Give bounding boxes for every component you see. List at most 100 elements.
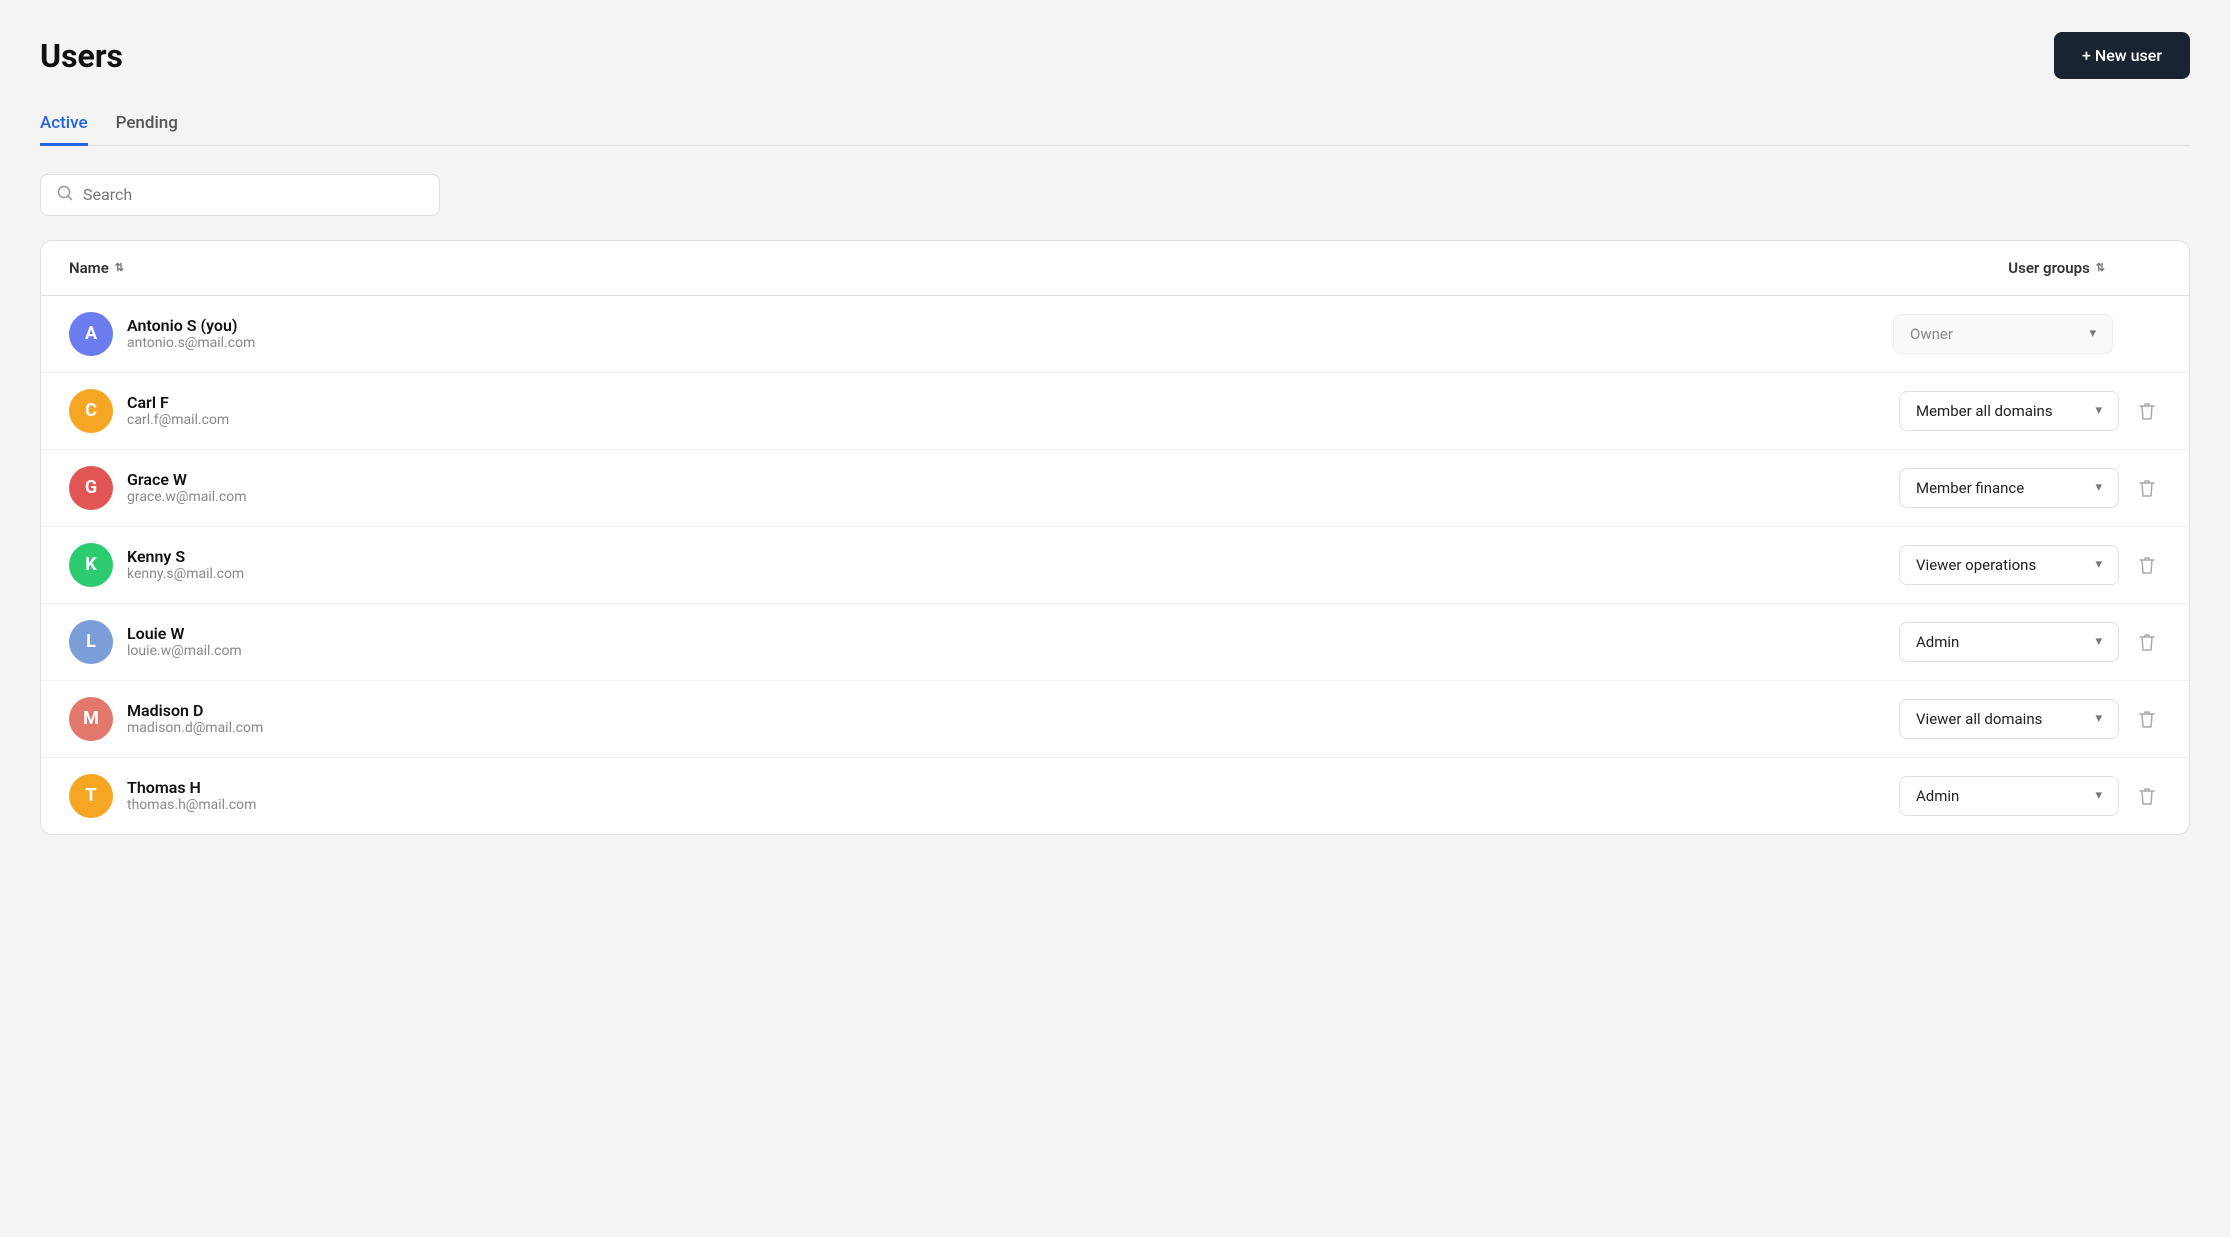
- col-groups-label: User groups: [2008, 259, 2090, 277]
- delete-button[interactable]: [2133, 704, 2161, 734]
- avatar: L: [69, 620, 113, 664]
- role-dropdown[interactable]: Viewer all domains ▾: [1899, 699, 2119, 739]
- role-dropdown[interactable]: Admin ▾: [1899, 622, 2119, 662]
- user-details: Louie W louie.w@mail.com: [127, 624, 242, 659]
- column-user-groups: User groups ⇅: [2008, 259, 2105, 277]
- chevron-down-icon: ▾: [2095, 711, 2102, 726]
- user-actions: Owner ▾: [1893, 314, 2161, 354]
- user-info: K Kenny S kenny.s@mail.com: [69, 543, 244, 587]
- user-email: thomas.h@mail.com: [127, 797, 256, 813]
- user-details: Carl F carl.f@mail.com: [127, 393, 229, 428]
- tab-pending[interactable]: Pending: [116, 103, 178, 146]
- chevron-down-icon: ▾: [2095, 634, 2102, 649]
- search-container: [40, 174, 2190, 216]
- role-dropdown[interactable]: Admin ▾: [1899, 776, 2119, 816]
- trash-icon: [2137, 400, 2157, 422]
- page-title: Users: [40, 37, 123, 75]
- trash-icon: [2137, 708, 2157, 730]
- user-name: Carl F: [127, 393, 229, 412]
- user-email: louie.w@mail.com: [127, 643, 242, 659]
- role-label: Admin: [1916, 787, 1959, 805]
- role-label: Viewer operations: [1916, 556, 2036, 574]
- table-header: Name ⇅ User groups ⇅: [41, 241, 2189, 296]
- user-actions: Member finance ▾: [1899, 468, 2161, 508]
- trash-icon: [2137, 554, 2157, 576]
- avatar: G: [69, 466, 113, 510]
- role-label: Member all domains: [1916, 402, 2053, 420]
- user-actions: Viewer all domains ▾: [1899, 699, 2161, 739]
- table-row: G Grace W grace.w@mail.com Member financ…: [41, 450, 2189, 527]
- table-row: C Carl F carl.f@mail.com Member all doma…: [41, 373, 2189, 450]
- delete-button[interactable]: [2133, 627, 2161, 657]
- user-actions: Member all domains ▾: [1899, 391, 2161, 431]
- user-email: madison.d@mail.com: [127, 720, 263, 736]
- role-dropdown[interactable]: Viewer operations ▾: [1899, 545, 2119, 585]
- column-name: Name ⇅: [69, 259, 124, 277]
- user-info: M Madison D madison.d@mail.com: [69, 697, 263, 741]
- user-details: Thomas H thomas.h@mail.com: [127, 778, 256, 813]
- col-name-label: Name: [69, 259, 109, 277]
- trash-icon: [2137, 785, 2157, 807]
- delete-button[interactable]: [2133, 396, 2161, 426]
- user-name: Antonio S (you): [127, 316, 255, 335]
- user-info: T Thomas H thomas.h@mail.com: [69, 774, 256, 818]
- user-actions: Viewer operations ▾: [1899, 545, 2161, 585]
- users-list: A Antonio S (you) antonio.s@mail.com Own…: [41, 296, 2189, 834]
- search-icon: [57, 185, 73, 205]
- user-email: kenny.s@mail.com: [127, 566, 244, 582]
- chevron-down-icon: ▾: [2095, 557, 2102, 572]
- name-sort-icon[interactable]: ⇅: [115, 261, 124, 274]
- user-email: carl.f@mail.com: [127, 412, 229, 428]
- user-name: Grace W: [127, 470, 246, 489]
- user-actions: Admin ▾: [1899, 776, 2161, 816]
- tab-active[interactable]: Active: [40, 103, 88, 146]
- chevron-down-icon: ▾: [2095, 788, 2102, 803]
- chevron-down-icon: ▾: [2095, 480, 2102, 495]
- table-row: K Kenny S kenny.s@mail.com Viewer operat…: [41, 527, 2189, 604]
- user-info: C Carl F carl.f@mail.com: [69, 389, 229, 433]
- user-name: Thomas H: [127, 778, 256, 797]
- user-name: Madison D: [127, 701, 263, 720]
- search-input[interactable]: [83, 185, 423, 204]
- search-wrap: [40, 174, 440, 216]
- delete-button[interactable]: [2133, 781, 2161, 811]
- role-label: Viewer all domains: [1916, 710, 2042, 728]
- user-email: grace.w@mail.com: [127, 489, 246, 505]
- avatar: K: [69, 543, 113, 587]
- chevron-down-icon: ▾: [2089, 326, 2096, 341]
- delete-button[interactable]: [2133, 473, 2161, 503]
- tabs-container: Active Pending: [40, 103, 2190, 146]
- role-dropdown[interactable]: Owner ▾: [1893, 314, 2113, 354]
- role-label: Member finance: [1916, 479, 2024, 497]
- chevron-down-icon: ▾: [2095, 403, 2102, 418]
- user-info: A Antonio S (you) antonio.s@mail.com: [69, 312, 255, 356]
- table-row: A Antonio S (you) antonio.s@mail.com Own…: [41, 296, 2189, 373]
- user-details: Kenny S kenny.s@mail.com: [127, 547, 244, 582]
- role-label: Admin: [1916, 633, 1959, 651]
- user-actions: Admin ▾: [1899, 622, 2161, 662]
- user-name: Kenny S: [127, 547, 244, 566]
- role-dropdown[interactable]: Member all domains ▾: [1899, 391, 2119, 431]
- user-info: G Grace W grace.w@mail.com: [69, 466, 246, 510]
- avatar: C: [69, 389, 113, 433]
- avatar: T: [69, 774, 113, 818]
- role-dropdown[interactable]: Member finance ▾: [1899, 468, 2119, 508]
- delete-button[interactable]: [2133, 550, 2161, 580]
- user-details: Madison D madison.d@mail.com: [127, 701, 263, 736]
- users-table: Name ⇅ User groups ⇅ A Antonio S (you) a…: [40, 240, 2190, 835]
- avatar: A: [69, 312, 113, 356]
- user-info: L Louie W louie.w@mail.com: [69, 620, 242, 664]
- table-row: L Louie W louie.w@mail.com Admin ▾: [41, 604, 2189, 681]
- user-details: Antonio S (you) antonio.s@mail.com: [127, 316, 255, 351]
- new-user-button[interactable]: + New user: [2054, 32, 2190, 79]
- user-email: antonio.s@mail.com: [127, 335, 255, 351]
- trash-icon: [2137, 477, 2157, 499]
- trash-icon: [2137, 631, 2157, 653]
- role-label: Owner: [1910, 325, 1953, 343]
- user-name: Louie W: [127, 624, 242, 643]
- groups-sort-icon[interactable]: ⇅: [2096, 261, 2105, 274]
- user-details: Grace W grace.w@mail.com: [127, 470, 246, 505]
- avatar: M: [69, 697, 113, 741]
- table-row: M Madison D madison.d@mail.com Viewer al…: [41, 681, 2189, 758]
- table-row: T Thomas H thomas.h@mail.com Admin ▾: [41, 758, 2189, 834]
